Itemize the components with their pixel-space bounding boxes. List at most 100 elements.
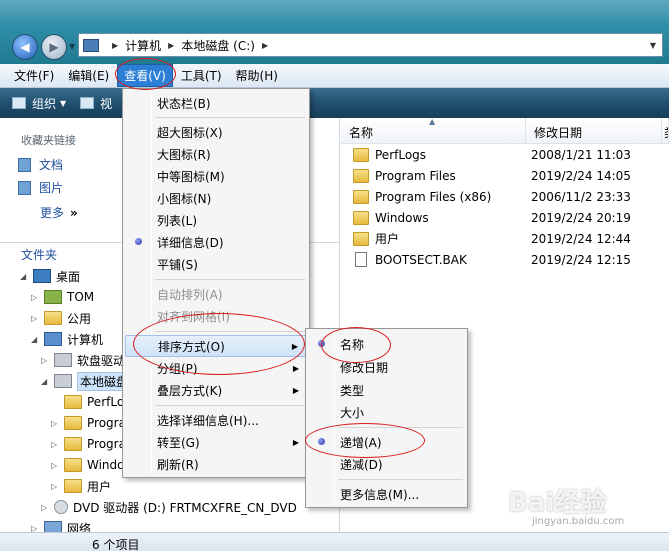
menu-item-extra-large-icons[interactable]: 超大图标(X) — [125, 121, 307, 143]
user-folder-icon — [44, 290, 62, 304]
menu-item-medium-icons[interactable]: 中等图标(M) — [125, 165, 307, 187]
organize-icon — [12, 97, 26, 109]
sort-by-size[interactable]: 大小 — [308, 401, 465, 423]
title-bar: ◀ ▶ ▼ ▶ 计算机 ▶ 本地磁盘 (C:) ▶ ▼ — [0, 0, 669, 64]
breadcrumb-separator-icon[interactable]: ▶ — [262, 41, 268, 50]
status-bar: 6 个项目 — [0, 532, 669, 551]
menu-item-group-by[interactable]: 分组(P) ▶ — [125, 357, 307, 379]
address-bar[interactable]: ▶ 计算机 ▶ 本地磁盘 (C:) ▶ ▼ — [78, 33, 663, 57]
favorite-pictures[interactable]: 图片 — [18, 179, 63, 196]
favorite-documents[interactable]: 文档 — [18, 156, 63, 173]
sort-by-date-modified[interactable]: 修改日期 — [308, 356, 465, 378]
documents-icon — [18, 157, 31, 172]
column-header-name[interactable]: ▲ 名称 — [341, 117, 526, 144]
column-header-date[interactable]: 修改日期 — [526, 118, 662, 144]
menu-view[interactable]: 查看(V) — [117, 64, 173, 87]
view-menu: 状态栏(B) 超大图标(X) 大图标(R) 中等图标(M) 小图标(N) 列表(… — [122, 88, 310, 478]
tree-collapsed-icon[interactable]: ▷ — [51, 482, 61, 491]
tree-collapsed-icon[interactable]: ▷ — [41, 503, 51, 512]
network-icon — [44, 521, 62, 532]
file-row[interactable]: Program Files 2019/2/24 14:05 — [341, 165, 669, 186]
menu-file[interactable]: 文件(F) — [8, 65, 60, 86]
menu-item-choose-details[interactable]: 选择详细信息(H)... — [125, 409, 307, 431]
tree-collapsed-icon[interactable]: ▷ — [41, 356, 51, 365]
tree-expanded-icon[interactable]: ◢ — [41, 377, 51, 386]
desktop-icon — [33, 269, 51, 283]
pictures-icon — [18, 180, 31, 195]
computer-icon — [44, 332, 62, 346]
menu-separator — [155, 279, 305, 280]
tree-collapsed-icon[interactable]: ▷ — [51, 461, 61, 470]
menu-item-status-bar[interactable]: 状态栏(B) — [125, 92, 307, 114]
tree-collapsed-icon[interactable]: ▷ — [31, 314, 41, 323]
dvd-drive-icon — [54, 500, 68, 514]
submenu-arrow-icon: ▶ — [292, 437, 299, 447]
watermark-logo: Bai经验 jingyan.baidu.com — [508, 488, 625, 527]
column-header-type[interactable]: 类 — [662, 118, 669, 144]
back-arrow-icon: ◀ — [20, 40, 30, 54]
tree-item-public[interactable]: ▷ 公用 — [31, 308, 91, 328]
computer-icon — [83, 38, 99, 52]
menu-item-large-icons[interactable]: 大图标(R) — [125, 143, 307, 165]
radio-selected-icon — [318, 438, 325, 445]
menu-separator — [155, 331, 305, 332]
sort-by-name[interactable]: 名称 — [308, 333, 465, 355]
menu-item-stack-by[interactable]: 叠层方式(K) ▶ — [125, 379, 307, 401]
tree-item-local-disk[interactable]: ◢ 本地磁盘 — [41, 371, 132, 391]
folder-icon — [64, 479, 82, 493]
file-row[interactable]: Windows 2019/2/24 20:19 — [341, 207, 669, 228]
breadcrumb-separator-icon[interactable]: ▶ — [112, 41, 118, 50]
forward-button[interactable]: ▶ — [41, 34, 67, 60]
menu-item-align-to-grid: 对齐到网格(I) — [157, 309, 230, 324]
radio-selected-icon — [135, 238, 142, 245]
tree-item-dvd[interactable]: ▷ DVD 驱动器 (D:) FRTMCXFRE_CN_DVD — [41, 497, 297, 517]
tree-collapsed-icon[interactable]: ▷ — [31, 293, 41, 302]
menu-edit[interactable]: 编辑(E) — [62, 65, 115, 86]
tree-item-tom[interactable]: ▷ TOM — [31, 287, 94, 307]
tree-item-desktop[interactable]: ◢ 桌面 — [20, 266, 80, 286]
tree-collapsed-icon[interactable]: ▷ — [51, 419, 61, 428]
menu-help[interactable]: 帮助(H) — [230, 65, 284, 86]
menu-item-details[interactable]: 详细信息(D) — [125, 231, 307, 253]
tree-item-network[interactable]: ▷ 网络 — [31, 518, 91, 532]
sort-more-info[interactable]: 更多信息(M)... — [308, 483, 465, 505]
file-row[interactable]: BOOTSECT.BAK 2019/2/24 12:15 — [341, 249, 669, 270]
tree-item-computer[interactable]: ◢ 计算机 — [31, 329, 103, 349]
sort-ascending[interactable]: 递增(A) — [308, 431, 465, 453]
forward-arrow-icon: ▶ — [49, 40, 59, 54]
file-row[interactable]: 用户 2019/2/24 12:44 — [341, 228, 669, 249]
file-row[interactable]: Program Files (x86) 2006/11/2 23:33 — [341, 186, 669, 207]
tree-item-users[interactable]: ▷ 用户 — [51, 476, 111, 496]
menu-item-go-to[interactable]: 转至(G) ▶ — [125, 431, 307, 453]
tree-collapsed-icon[interactable]: ▷ — [51, 440, 61, 449]
sort-by-type[interactable]: 类型 — [308, 379, 465, 401]
menu-item-auto-arrange: 自动排列(A) — [157, 287, 223, 302]
tree-collapsed-icon[interactable]: ▷ — [31, 524, 41, 533]
file-icon — [355, 252, 367, 267]
favorites-more-link[interactable]: 更多» — [40, 204, 78, 221]
menu-item-tiles[interactable]: 平铺(S) — [125, 253, 307, 275]
chevron-down-icon: ▼ — [60, 98, 67, 108]
sort-ascending-icon: ▲ — [429, 117, 436, 126]
sort-descending[interactable]: 递减(D) — [308, 453, 465, 475]
file-row[interactable]: PerfLogs 2008/1/21 11:03 — [341, 144, 669, 165]
menu-item-small-icons[interactable]: 小图标(N) — [125, 187, 307, 209]
back-button[interactable]: ◀ — [12, 34, 38, 60]
folder-icon — [44, 311, 62, 325]
views-button[interactable]: 视 — [100, 95, 112, 112]
breadcrumb-separator-icon[interactable]: ▶ — [168, 41, 174, 50]
menu-tools[interactable]: 工具(T) — [175, 65, 228, 86]
organize-button[interactable]: 组织 — [32, 95, 56, 112]
folder-icon — [64, 416, 82, 430]
breadcrumb-local-disk[interactable]: 本地磁盘 (C:) — [181, 37, 255, 54]
recent-pages-dropdown-icon[interactable]: ▼ — [69, 42, 75, 51]
tree-expanded-icon[interactable]: ◢ — [31, 335, 41, 344]
menu-item-sort-by[interactable]: 排序方式(O) ▶ — [125, 335, 307, 357]
folder-icon — [353, 210, 369, 225]
breadcrumb-computer[interactable]: 计算机 — [125, 37, 161, 54]
menu-item-list[interactable]: 列表(L) — [125, 209, 307, 231]
address-dropdown-icon[interactable]: ▼ — [650, 41, 656, 50]
menu-separator — [155, 117, 305, 118]
menu-item-refresh[interactable]: 刷新(R) — [125, 453, 307, 475]
tree-expanded-icon[interactable]: ◢ — [20, 272, 30, 281]
